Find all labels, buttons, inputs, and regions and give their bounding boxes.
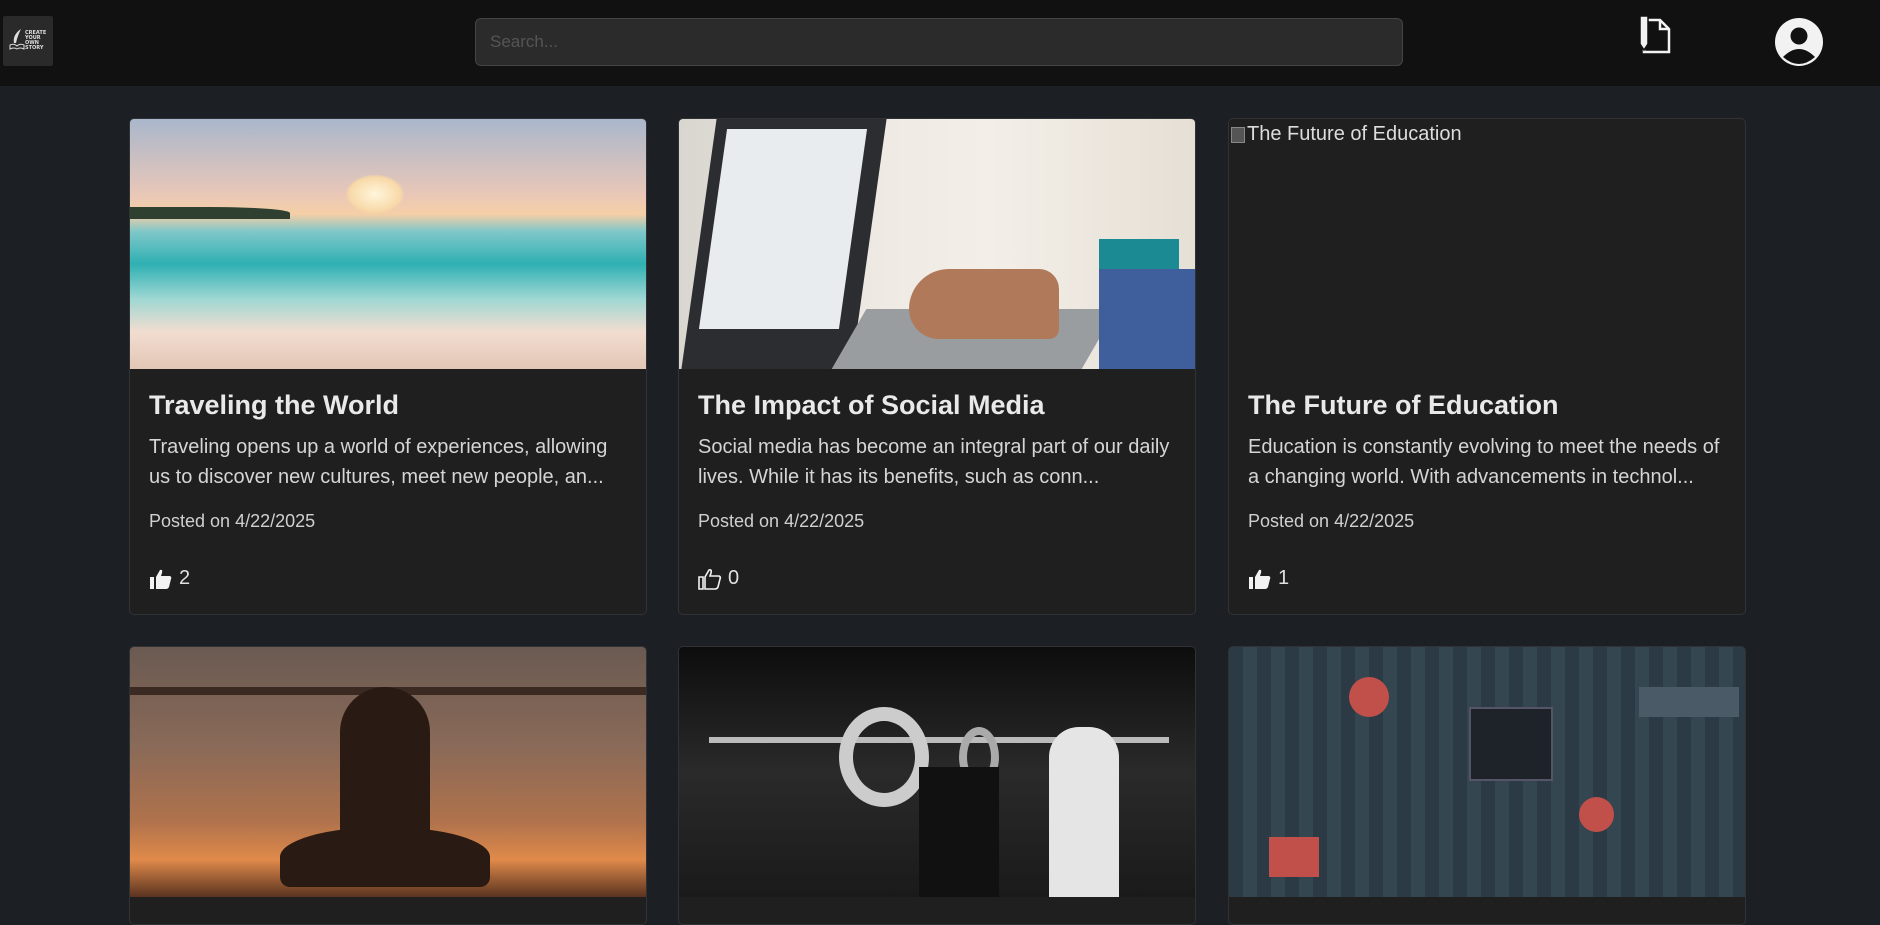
site-logo[interactable]: CREATE YOUR OWN STORY [3,16,53,66]
broken-image-icon [1231,126,1245,143]
post-image-broken: The Future of Education [1229,119,1745,369]
post-title[interactable]: The Impact of Social Media [698,390,1045,421]
post-image-gym [679,647,1195,897]
post-card[interactable]: The Future of Education The Future of Ed… [1228,118,1746,615]
like-count: 2 [179,567,191,589]
like-button[interactable]: 0 [698,567,739,590]
post-image-laptop [679,119,1195,369]
thumbs-up-filled-icon [1249,569,1271,589]
post-date: Posted on 4/22/2025 [1248,511,1415,531]
user-avatar-icon[interactable] [1774,17,1824,67]
post-excerpt: Social media has become an integral part… [698,436,1170,488]
like-button[interactable]: 2 [149,567,190,590]
post-excerpt: Education is constantly evolving to meet… [1248,436,1720,488]
post-date: Posted on 4/22/2025 [698,511,865,531]
quill-book-icon [9,29,25,50]
post-card[interactable] [1228,646,1746,925]
image-alt-text: The Future of Education [1247,123,1462,145]
thumbs-up-filled-icon [150,569,172,589]
like-count: 0 [728,567,740,589]
post-card[interactable] [678,646,1196,925]
post-date: Posted on 4/22/2025 [149,511,316,531]
post-excerpt: Traveling opens up a world of experience… [149,436,608,488]
post-image-circuit-board [1229,647,1745,897]
like-button[interactable]: 1 [1248,567,1289,590]
post-card[interactable] [129,646,647,925]
thumbs-up-outline-icon [698,568,722,590]
logo-text: CREATE YOUR OWN STORY [25,30,47,51]
post-image-meditation [130,647,646,897]
new-post-icon[interactable] [1636,14,1676,58]
post-title[interactable]: The Future of Education [1248,390,1559,421]
post-card[interactable]: The Impact of Social Media Social media … [678,118,1196,615]
post-title[interactable]: Traveling the World [149,390,399,421]
top-navbar: CREATE YOUR OWN STORY [0,0,1880,86]
post-image-beach [130,119,646,369]
search-input[interactable] [475,18,1403,66]
like-count: 1 [1278,567,1290,589]
post-card[interactable]: Traveling the World Traveling opens up a… [129,118,647,615]
